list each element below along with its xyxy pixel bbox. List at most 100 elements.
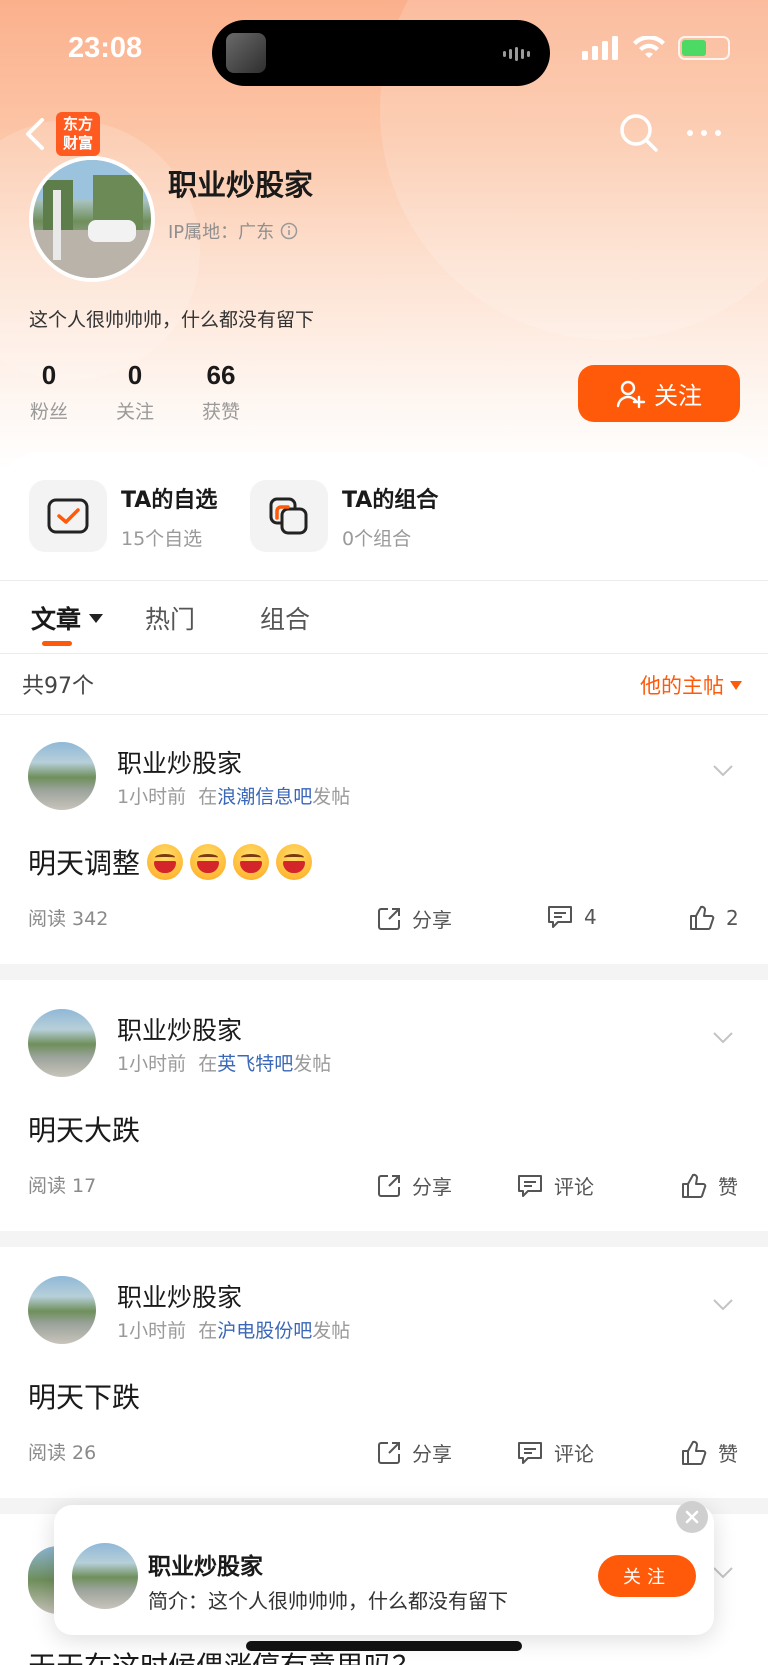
comment-label: 评论 <box>554 1175 594 1199</box>
tab-label: 热门 <box>145 605 196 634</box>
share-button[interactable]: 分享 <box>376 904 452 933</box>
search-icon[interactable] <box>618 112 660 154</box>
ip-location-row: IP属地：广东 <box>168 218 298 244</box>
post-time: 1小时前 <box>117 1053 187 1075</box>
read-count: 阅读 26 <box>28 1442 97 1464</box>
popup-follow-button[interactable]: 关注 <box>598 1555 696 1597</box>
comment-count: 4 <box>584 905 597 929</box>
watchlist-icon <box>29 480 107 552</box>
post-meta-prefix: 在 <box>198 1320 218 1342</box>
chevron-down-icon[interactable] <box>712 1566 734 1580</box>
feature-portfolio[interactable]: TA的组合 0个组合 <box>250 480 438 552</box>
filter-label: 他的主帖 <box>640 674 724 698</box>
stat-value: 66 <box>206 360 236 390</box>
post-card[interactable]: 职业炒股家 1小时前 在浪潮信息吧发帖 明天调整 阅读 342 分享 4 2 <box>0 714 768 964</box>
battery-icon <box>678 36 730 60</box>
post-action-bar: 阅读 26 分享 评论 赞 <box>0 1438 768 1468</box>
feature-title: TA的自选 <box>121 487 218 513</box>
post-action-bar: 阅读 342 分享 4 2 <box>0 904 768 934</box>
stat-value: 0 <box>41 360 57 390</box>
post-meta-suffix: 发帖 <box>312 1320 351 1342</box>
like-button[interactable]: 赞 <box>680 1171 738 1200</box>
popup-name: 职业炒股家 <box>148 1554 263 1580</box>
stat-likes[interactable]: 66 获赞 <box>186 360 256 424</box>
feature-watchlist[interactable]: TA的自选 15个自选 <box>29 480 217 552</box>
dynamic-island <box>212 20 550 86</box>
post-meta: 1小时前 在浪潮信息吧发帖 <box>117 782 350 809</box>
follow-suggestion-popup: 职业炒股家 简介：这个人很帅帅帅，什么都没有留下 关注 <box>54 1501 714 1635</box>
avatar-photo <box>33 160 151 278</box>
signal-icon <box>582 36 618 60</box>
like-label: 赞 <box>718 1175 738 1199</box>
follow-button[interactable]: 关注 <box>578 365 740 422</box>
comment-button[interactable]: 评论 <box>516 1171 594 1200</box>
post-card[interactable]: 职业炒股家 1小时前 在沪电股份吧发帖 明天下跌 阅读 26 分享 评论 赞 <box>0 1248 768 1498</box>
home-indicator[interactable] <box>246 1641 522 1651</box>
stat-label: 粉丝 <box>29 401 68 423</box>
post-author-avatar[interactable] <box>28 1276 96 1344</box>
post-author-name[interactable]: 职业炒股家 <box>117 1011 242 1047</box>
share-icon <box>378 907 400 930</box>
comment-icon <box>518 1174 542 1197</box>
laughing-emoji-icon <box>190 844 227 880</box>
forum-link[interactable]: 浪潮信息吧 <box>217 786 312 808</box>
popup-avatar <box>72 1543 138 1609</box>
tab-articles[interactable]: 文章 <box>31 600 104 636</box>
chevron-down-icon[interactable] <box>712 1298 734 1312</box>
feature-subtitle: 15个自选 <box>121 527 203 550</box>
popup-bio: 简介：这个人很帅帅帅，什么都没有留下 <box>148 1589 508 1613</box>
section-gap <box>0 1231 768 1247</box>
section-gap <box>0 964 768 980</box>
feature-subtitle: 0个组合 <box>342 527 412 550</box>
tab-hot[interactable]: 热门 <box>145 600 195 636</box>
post-author-name[interactable]: 职业炒股家 <box>117 744 242 780</box>
chevron-down-icon[interactable] <box>712 1031 734 1045</box>
tab-portfolio[interactable]: 组合 <box>260 600 310 636</box>
laughing-emoji-icon <box>147 844 184 880</box>
chevron-down-icon[interactable] <box>712 764 734 778</box>
like-button[interactable]: 赞 <box>680 1438 738 1467</box>
forum-link[interactable]: 沪电股份吧 <box>217 1320 312 1342</box>
share-icon <box>378 1441 400 1464</box>
comment-icon <box>548 906 572 928</box>
forum-link[interactable]: 英飞特吧 <box>217 1053 293 1075</box>
like-button[interactable]: 2 <box>688 904 739 932</box>
post-card[interactable]: 职业炒股家 1小时前 在英飞特吧发帖 明天大跌 阅读 17 分享 评论 赞 <box>0 981 768 1231</box>
comment-button[interactable]: 评论 <box>516 1438 594 1467</box>
post-meta-prefix: 在 <box>198 1053 218 1075</box>
close-icon[interactable] <box>676 1501 708 1533</box>
add-user-icon <box>616 380 646 408</box>
info-icon[interactable] <box>280 222 298 240</box>
post-author-avatar[interactable] <box>28 742 96 810</box>
tab-label: 文章 <box>31 605 82 634</box>
like-label: 赞 <box>718 1442 738 1466</box>
profile-avatar[interactable] <box>29 156 155 282</box>
post-meta-suffix: 发帖 <box>312 786 351 808</box>
comment-button[interactable]: 4 <box>546 904 597 930</box>
post-meta: 1小时前 在英飞特吧发帖 <box>117 1049 331 1076</box>
post-meta: 1小时前 在沪电股份吧发帖 <box>117 1316 350 1343</box>
post-author-avatar[interactable] <box>28 1009 96 1077</box>
post-author-name[interactable]: 职业炒股家 <box>117 1278 242 1314</box>
status-time: 23:08 <box>68 32 143 64</box>
wifi-icon <box>633 36 665 58</box>
stat-following[interactable]: 0 关注 <box>100 360 170 424</box>
share-button[interactable]: 分享 <box>376 1438 452 1467</box>
stat-fans[interactable]: 0 粉丝 <box>14 360 84 424</box>
share-button[interactable]: 分享 <box>376 1171 452 1200</box>
post-filter-dropdown[interactable]: 他的主帖 <box>640 670 742 700</box>
divider <box>0 653 768 654</box>
post-title: 明天调整 <box>28 847 141 880</box>
follow-button-label: 关注 <box>654 382 702 410</box>
more-options-icon[interactable] <box>684 118 724 148</box>
thumbs-up-icon <box>682 1440 707 1465</box>
divider <box>0 580 768 581</box>
stat-label: 关注 <box>115 401 154 423</box>
laughing-emoji-icon <box>233 844 270 880</box>
caret-down-icon <box>89 613 104 623</box>
share-label: 分享 <box>412 1442 452 1466</box>
back-arrow-icon[interactable] <box>20 112 50 156</box>
share-icon <box>378 1174 400 1197</box>
comment-label: 评论 <box>554 1442 594 1466</box>
read-count: 阅读 17 <box>28 1175 97 1197</box>
